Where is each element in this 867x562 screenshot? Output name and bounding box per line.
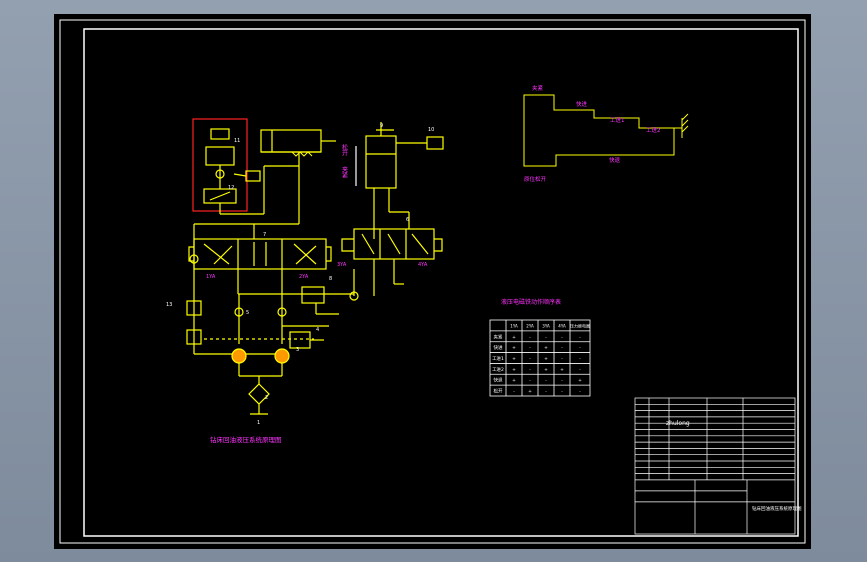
solenoid-1ya: 1YA (206, 274, 216, 280)
table-cell: - (561, 357, 563, 362)
part-num-11: 11 (234, 138, 240, 144)
table-cell: - (529, 368, 531, 373)
table-header-cell: 4YA (558, 323, 566, 328)
table-cell: + (512, 345, 516, 351)
part-num-12: 12 (228, 185, 234, 191)
relief-valve-4 (289, 331, 311, 349)
valve-10 (426, 136, 444, 150)
table-header-cell: 1YA (510, 323, 518, 328)
table-cell: + (544, 367, 548, 373)
part-num-7: 7 (263, 232, 266, 238)
part-num-5: 5 (246, 310, 249, 316)
table-cell: 快退 (494, 377, 503, 384)
pump-left (231, 348, 247, 364)
table-cell: - (579, 335, 581, 340)
table-cell: - (545, 390, 547, 395)
table-cell: + (578, 378, 582, 384)
solenoid-3ya: 3YA (337, 262, 347, 268)
cycle-home-release: 原位松开 (524, 175, 547, 183)
table-cell: - (529, 357, 531, 362)
circuit-title: 钻床回油液压系统原理图 (210, 435, 282, 444)
table-cell: - (579, 346, 581, 351)
part-num-1: 1 (257, 420, 260, 426)
table-cell: - (561, 346, 563, 351)
table-cell: 工进1 (492, 355, 504, 362)
table-cell: + (560, 367, 564, 373)
table-cell: - (579, 357, 581, 362)
table-cell: - (561, 335, 563, 340)
cycle-rapid-return: 快退 (609, 156, 621, 164)
label-release: 松开 (341, 143, 348, 157)
part-num-10: 10 (428, 127, 434, 133)
part-num-8: 8 (329, 276, 332, 282)
pressure-relay-8 (301, 286, 325, 304)
title-block (634, 397, 796, 535)
table-cell: + (512, 334, 516, 340)
outer-frame (59, 19, 806, 544)
table-cell: 工进2 (492, 366, 504, 373)
solenoid-4ya: 4YA (418, 262, 428, 268)
table-cell: + (528, 389, 532, 395)
table-header-cell: 压力继电器 (570, 322, 590, 328)
feed-cylinder-9 (365, 135, 397, 189)
table-cell: + (512, 356, 516, 362)
cad-drawing: 11 12 7 9 10 6 8 13 5 4 3 2 1 1YA 2YA 3Y… (59, 19, 806, 544)
table-cell: - (529, 335, 531, 340)
cycle-diagram (523, 94, 689, 167)
table-header-cell: 3YA (542, 323, 550, 328)
table-cell: - (561, 379, 563, 384)
cycle-rapid-advance: 快进 (576, 100, 588, 108)
sequence-table-title: 液压电磁铁动作顺序表 (501, 298, 561, 306)
table-cell: - (513, 390, 515, 395)
table-cell: 夹紧 (494, 333, 503, 340)
part-num-9: 9 (380, 123, 383, 129)
table-cell: + (544, 356, 548, 362)
title-block-watermark: zhulong (666, 420, 690, 427)
table-cell: - (529, 379, 531, 384)
label-clamp: 夹紧 (341, 165, 348, 178)
directional-valve-7 (193, 238, 327, 270)
clamp-cylinder (260, 129, 322, 153)
cycle-feed-2: 工进2 (646, 126, 661, 134)
table-cell: - (561, 390, 563, 395)
table-cell: - (579, 368, 581, 373)
cycle-feed-1: 工进1 (610, 116, 625, 124)
table-cell: 快进 (494, 344, 503, 351)
table-cell: + (512, 378, 516, 384)
table-cell: - (545, 335, 547, 340)
table-cell: 松开 (494, 388, 503, 395)
part-num-13: 13 (166, 302, 172, 308)
solenoid-2ya: 2YA (299, 274, 309, 280)
table-cell: - (579, 390, 581, 395)
pump-right (274, 348, 290, 364)
title-block-drawing-name: 钻床回油液压系统原理图 (752, 505, 802, 512)
part-num-6: 6 (406, 217, 409, 223)
table-cell: - (529, 346, 531, 351)
cycle-clamp: 夹紧 (532, 84, 544, 92)
filter-2 (248, 383, 270, 405)
part-num-4: 4 (316, 327, 319, 333)
hydraulic-circuit (186, 118, 444, 415)
table-cell: + (512, 367, 516, 373)
table-cell: + (544, 345, 548, 351)
table-cell: - (545, 379, 547, 384)
sequence-table (489, 319, 591, 397)
part-num-3: 3 (296, 347, 299, 353)
drawing-sheet: 11 12 7 9 10 6 8 13 5 4 3 2 1 1YA 2YA 3Y… (54, 14, 811, 549)
part-num-2: 2 (265, 395, 268, 401)
table-header-cell: 2YA (526, 323, 534, 328)
inner-frame (83, 28, 799, 537)
